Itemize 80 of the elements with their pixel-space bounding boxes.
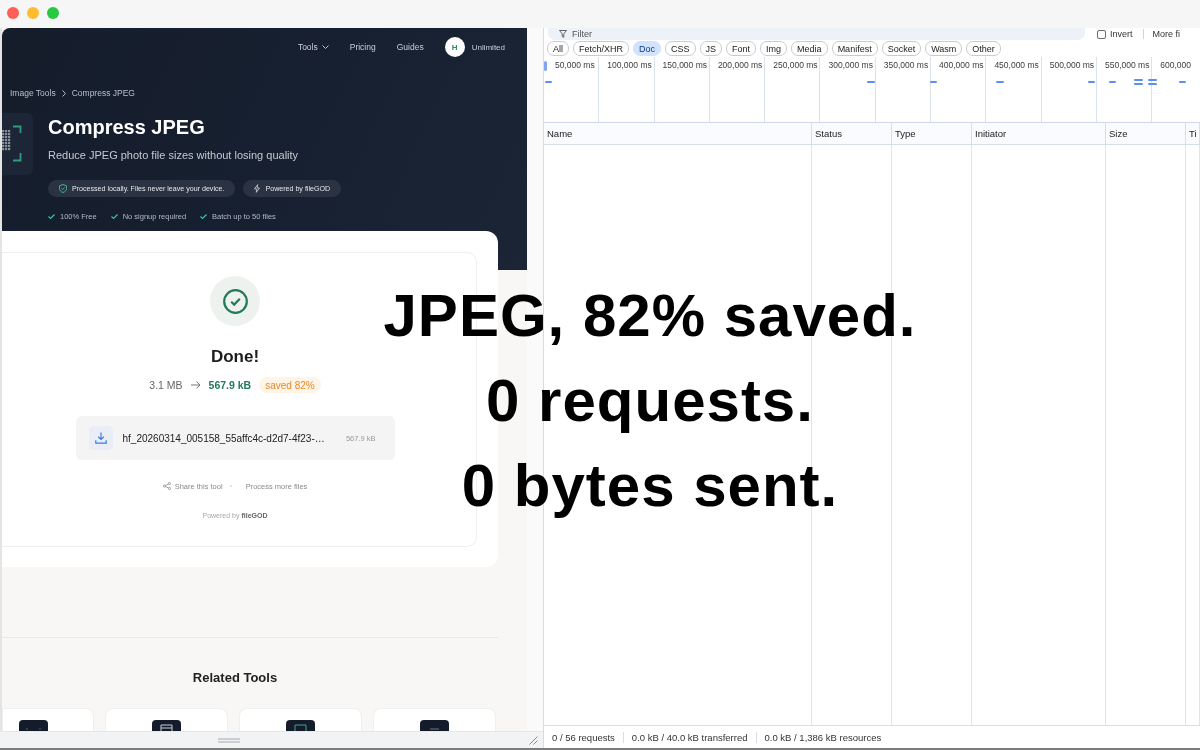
type-filter-chip[interactable]: All xyxy=(547,41,569,56)
status-text: 0 / 56 requests xyxy=(552,731,616,743)
plan-label: Unlimited xyxy=(471,42,505,52)
column-header[interactable]: Initiator xyxy=(972,123,1106,144)
type-filter-chip[interactable]: Fetch/XHR xyxy=(573,41,630,56)
overlay-caption: JPEG, 82% saved. xyxy=(383,286,917,346)
check-icon xyxy=(110,213,118,219)
savings-badge: saved 82% xyxy=(259,377,321,393)
column-header[interactable]: Type xyxy=(892,123,972,144)
time-tick-label: 350,000 ms xyxy=(883,60,929,71)
lightning-bolt-icon xyxy=(254,184,261,193)
chevron-right-icon xyxy=(61,89,66,97)
arrow-right-icon xyxy=(190,381,201,389)
overlay-caption: 0 bytes sent. xyxy=(461,456,839,516)
overlay-caption: 0 requests. xyxy=(486,371,814,431)
resize-grip-icon[interactable] xyxy=(529,735,538,745)
time-tick-label: 200,000 ms xyxy=(717,60,763,71)
time-tick-label: 400,000 ms xyxy=(939,60,984,71)
column-header[interactable]: Status xyxy=(812,123,892,144)
type-filter-chip[interactable]: Manifest xyxy=(831,41,878,56)
status-text: 0.0 kB / 1,386 kB resources xyxy=(755,731,890,743)
download-icon[interactable] xyxy=(88,426,113,450)
nav-link[interactable]: Tools xyxy=(297,42,329,52)
zoom-button[interactable] xyxy=(47,7,59,19)
time-tick-label: 150,000 ms xyxy=(662,60,707,71)
share-icon xyxy=(162,482,171,490)
tool-card[interactable] xyxy=(239,708,362,731)
toolbar-button[interactable]: More fi xyxy=(1152,29,1181,39)
column-header[interactable]: Ti xyxy=(1186,123,1200,144)
type-filter-chip[interactable]: Doc xyxy=(633,41,662,56)
image-frame-icon xyxy=(2,113,33,175)
breadcrumb-current: Compress JPEG xyxy=(71,88,135,98)
type-filter-chip[interactable]: JS xyxy=(699,41,723,56)
time-tick-label: 250,000 ms xyxy=(773,60,818,71)
time-tick-label: 600,000 xyxy=(1160,60,1191,71)
tool-card[interactable] xyxy=(2,708,94,731)
tool-card[interactable] xyxy=(105,708,228,731)
tool-icon xyxy=(420,720,449,731)
minimize-button[interactable] xyxy=(27,7,39,19)
success-check-icon xyxy=(210,276,260,326)
nav-link[interactable]: Pricing xyxy=(349,42,376,52)
range-handle[interactable] xyxy=(544,61,547,71)
type-filter-chip[interactable]: Font xyxy=(726,41,757,56)
nav-link[interactable]: Guides xyxy=(396,42,424,52)
time-tick-label: 100,000 ms xyxy=(607,60,652,71)
type-filter-chip[interactable]: CSS xyxy=(665,41,696,56)
shield-check-icon xyxy=(59,184,67,193)
time-tick-label: 50,000 ms xyxy=(555,60,595,71)
status-text: 0.0 kB / 40.0 kB transferred xyxy=(622,731,756,743)
checkbox-label[interactable]: Invert xyxy=(1110,29,1133,39)
done-heading: Done! xyxy=(210,347,260,367)
type-filter-chip[interactable]: Socket xyxy=(881,41,922,56)
page-title: Compress JPEG xyxy=(48,115,205,139)
file-name: hf_20260314_005158_55affc4c-d2d7-4f23-… xyxy=(122,432,325,444)
time-tick-label: 450,000 ms xyxy=(994,60,1039,71)
drag-handle-icon[interactable] xyxy=(218,737,240,743)
filter-icon xyxy=(559,30,567,38)
column-header[interactable]: Size xyxy=(1106,123,1186,144)
column-header[interactable]: Name xyxy=(544,123,812,144)
check-icon xyxy=(48,213,55,219)
time-tick-label: 550,000 ms xyxy=(1104,60,1150,71)
type-filter-chip[interactable]: Other xyxy=(966,41,1001,56)
time-tick-label: 500,000 ms xyxy=(1049,60,1095,71)
tool-card[interactable] xyxy=(373,708,496,731)
filter-field[interactable]: Filter xyxy=(548,28,1085,40)
time-tick-label: 300,000 ms xyxy=(828,60,873,71)
close-button[interactable] xyxy=(7,7,19,19)
page-subtitle: Reduce JPEG photo file sizes without losing quality xyxy=(48,148,299,162)
check-icon xyxy=(200,213,208,219)
type-filter-chip[interactable]: Wasm xyxy=(925,41,963,56)
original-size: 3.1 MB xyxy=(149,379,183,391)
section-heading: Related Tools xyxy=(191,669,279,687)
chevron-down-icon xyxy=(321,45,329,49)
type-filter-chip[interactable]: Img xyxy=(760,41,788,56)
breadcrumb-link[interactable]: Image Tools xyxy=(10,88,56,98)
invert-checkbox[interactable] xyxy=(1097,29,1106,39)
compressed-size: 567.9 kB xyxy=(208,379,252,391)
tool-icon xyxy=(19,720,48,731)
avatar[interactable]: H xyxy=(444,37,465,57)
type-filter-chip[interactable]: Media xyxy=(791,41,828,56)
